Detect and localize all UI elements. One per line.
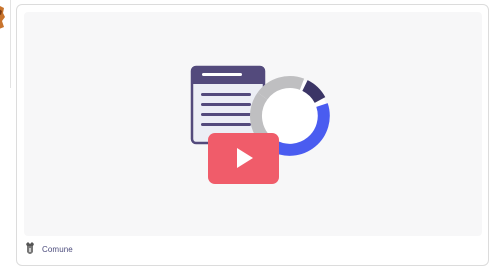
coat-of-arms-icon[interactable] <box>24 242 36 256</box>
mascot-thumbnail-icon <box>0 6 5 29</box>
card-footer: Comune <box>24 240 73 258</box>
content-card[interactable]: Comune <box>16 4 489 266</box>
video-play-icon <box>208 133 279 184</box>
card-media[interactable] <box>24 12 482 236</box>
media-illustration <box>190 65 330 184</box>
left-column-edge <box>0 0 11 88</box>
author-name-link[interactable]: Comune <box>42 245 73 254</box>
